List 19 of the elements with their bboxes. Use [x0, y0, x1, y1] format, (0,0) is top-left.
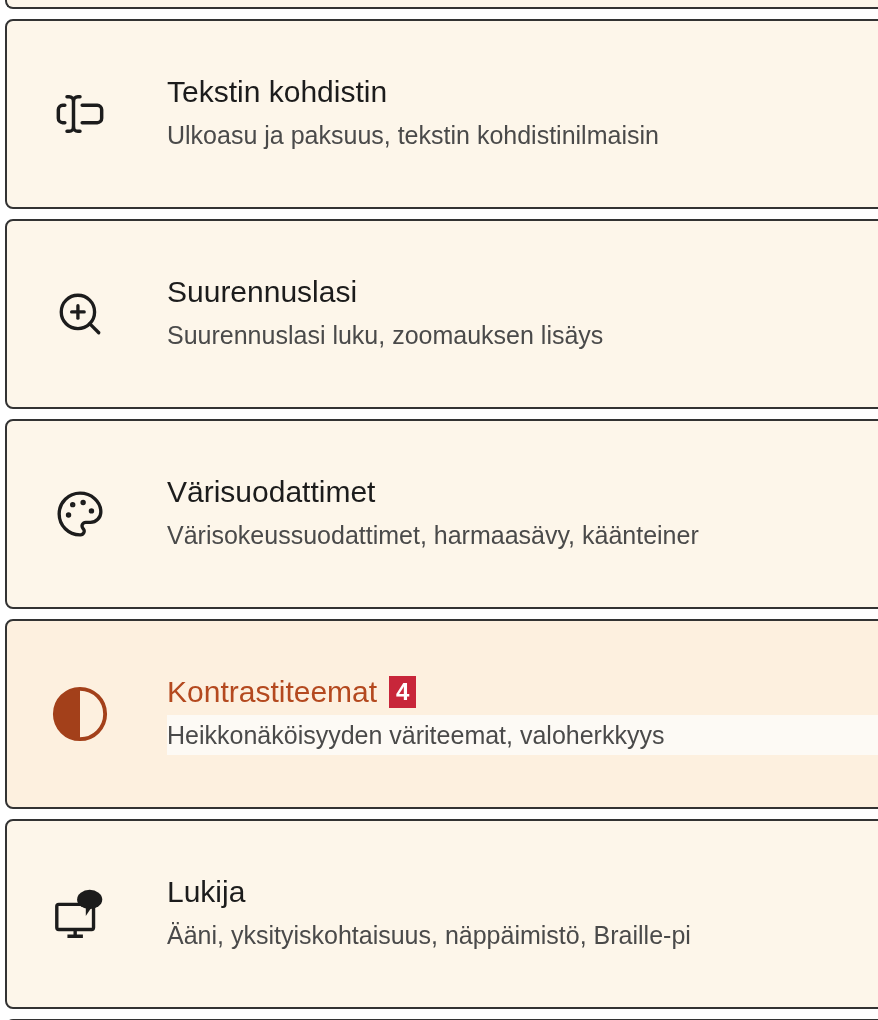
number-badge: 4	[389, 676, 417, 708]
card-title: Kontrastiteemat	[167, 674, 378, 710]
palette-icon	[55, 489, 105, 539]
contrast-icon	[51, 685, 109, 743]
card-description: Värisokeussuodattimet, harmaasävy, käänteiner	[167, 520, 699, 551]
card-description: Suurennuslasi luku, zoomauksen lisäys	[167, 320, 604, 351]
card-title: Tekstin kohdistin	[167, 74, 388, 110]
settings-card[interactable]: Värisuodattimet Värisokeussuodattimet, harmaasävy, käänteiner	[5, 419, 878, 609]
settings-card[interactable]: Lukija Ääni, yksityiskohtaisuus, näppäimistö, Braille-pi	[5, 819, 878, 1009]
settings-card[interactable]: Tekstin kohdistin Ulkoasu ja paksuus, tekstin kohdistinilmaisin	[5, 19, 878, 209]
settings-card[interactable]	[5, 0, 878, 9]
card-title: Suurennuslasi	[167, 274, 358, 310]
card-description: Heikkonäköisyyden väriteemat, valoherkkyys	[167, 715, 878, 755]
card-description: Ulkoasu ja paksuus, tekstin kohdistinilmaisin	[167, 120, 659, 151]
card-description: Ääni, yksityiskohtaisuus, näppäimistö, Braille-pi	[167, 920, 691, 951]
card-title: Lukija	[167, 874, 246, 910]
settings-card[interactable]: Suurennuslasi Suurennuslasi luku, zoomauksen lisäys	[5, 219, 878, 409]
card-title: Värisuodattimet	[167, 474, 376, 510]
settings-card[interactable]: Kontrastiteemat 4 Heikkonäköisyyden väriteemat, valoherkkyys	[5, 619, 878, 809]
